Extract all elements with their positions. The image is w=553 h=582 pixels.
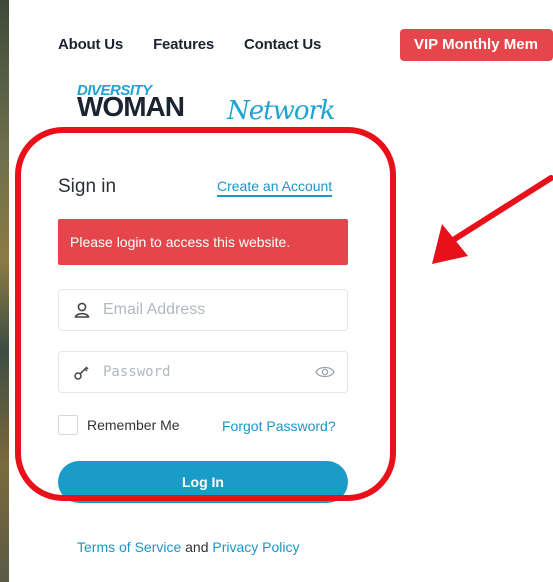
email-field[interactable] (58, 289, 348, 331)
footer-legal: Terms of Service and Privacy Policy (77, 539, 300, 555)
key-icon (74, 366, 89, 380)
log-in-button[interactable]: Log In (58, 461, 348, 503)
footer-and-text: and (185, 539, 209, 555)
privacy-policy-link[interactable]: Privacy Policy (212, 539, 299, 555)
arrow-annotation-icon (432, 175, 553, 264)
user-icon (74, 302, 90, 318)
password-field[interactable] (58, 351, 348, 393)
password-input[interactable] (103, 361, 323, 383)
logo-woman-text: WOMAN (77, 91, 185, 122)
top-nav: About Us Features Contact Us (58, 36, 351, 53)
diversity-woman-network-logo[interactable]: DIVERSITY WOMAN Network (77, 82, 337, 126)
background-photo-strip (0, 0, 9, 582)
remember-me-label[interactable]: Remember Me (87, 417, 180, 433)
sign-in-title: Sign in (58, 176, 117, 197)
terms-of-service-link[interactable]: Terms of Service (77, 539, 181, 555)
vip-monthly-membership-button[interactable]: VIP Monthly Mem (400, 29, 553, 61)
nav-about-us[interactable]: About Us (58, 36, 123, 53)
login-required-alert: Please login to access this website. (58, 219, 348, 265)
remember-me-checkbox[interactable] (58, 415, 78, 435)
eye-icon[interactable] (315, 364, 335, 380)
email-input[interactable] (103, 299, 323, 321)
create-account-link[interactable]: Create an Account (217, 178, 333, 197)
nav-features[interactable]: Features (153, 36, 214, 53)
logo-network-text: Network (227, 96, 336, 126)
forgot-password-link[interactable]: Forgot Password? (222, 418, 336, 434)
nav-contact-us[interactable]: Contact Us (244, 36, 321, 53)
